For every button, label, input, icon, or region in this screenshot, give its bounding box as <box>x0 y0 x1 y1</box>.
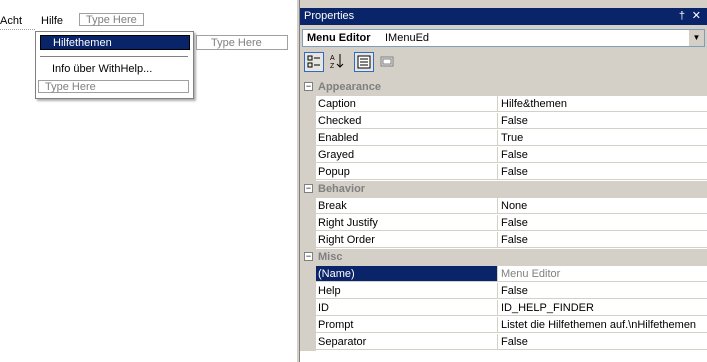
row-gutter <box>300 198 316 215</box>
property-row[interactable]: Separator False <box>300 334 707 351</box>
row-gutter <box>300 266 316 283</box>
object-class: IMenuEd <box>385 32 430 44</box>
property-value[interactable]: ID_HELP_FINDER <box>498 300 707 316</box>
property-value[interactable]: False <box>498 164 707 180</box>
properties-title: Properties <box>304 10 355 22</box>
property-row[interactable]: Help False <box>300 283 707 300</box>
alphabetical-icon[interactable]: A Z <box>327 52 347 72</box>
property-pages-icon[interactable] <box>377 52 397 72</box>
object-name: Menu Editor <box>307 32 371 44</box>
property-value[interactable]: False <box>498 147 707 163</box>
submenu-item-info[interactable]: Info über WithHelp... <box>52 62 152 76</box>
row-gutter <box>300 317 316 334</box>
properties-window: Properties † ✕ Menu Editor IMenuEd ▼ A Z <box>300 0 707 362</box>
collapse-icon[interactable]: − <box>304 184 313 193</box>
property-value[interactable]: Hilfe&themen <box>498 96 707 112</box>
menu-designer: Acht Hilfe Type Here Hilfethemen Info üb… <box>0 0 296 362</box>
property-row[interactable]: Checked False <box>300 113 707 130</box>
submenu-type-here-side[interactable]: Type Here <box>196 35 288 50</box>
property-row[interactable]: Popup False <box>300 164 707 181</box>
collapse-icon[interactable]: − <box>304 252 313 261</box>
property-name[interactable]: Right Order <box>316 232 498 248</box>
property-row[interactable]: (Name) Menu Editor <box>300 266 707 283</box>
svg-text:A: A <box>330 55 335 62</box>
property-row[interactable]: Right Justify False <box>300 215 707 232</box>
properties-icon[interactable] <box>354 52 374 72</box>
category-appearance[interactable]: − Appearance <box>300 79 707 96</box>
close-icon[interactable]: ✕ <box>692 8 701 25</box>
menubar-item-hilfe[interactable]: Hilfe <box>41 14 63 28</box>
category-label: Behavior <box>318 183 366 195</box>
properties-titlebar: Properties † ✕ <box>300 8 707 25</box>
row-gutter <box>300 215 316 232</box>
category-misc[interactable]: − Misc <box>300 249 707 266</box>
property-value[interactable]: Listet die Hilfethemen auf.\nHilfethemen <box>498 317 707 333</box>
row-gutter <box>300 283 316 300</box>
property-value[interactable]: False <box>498 215 707 231</box>
property-name[interactable]: Break <box>316 198 498 214</box>
property-name[interactable]: Grayed <box>316 147 498 163</box>
property-value[interactable]: True <box>498 130 707 146</box>
object-selector[interactable]: Menu Editor IMenuEd ▼ <box>302 29 705 47</box>
property-name[interactable]: Checked <box>316 113 498 129</box>
row-gutter <box>300 147 316 164</box>
row-gutter <box>300 96 316 113</box>
chevron-down-icon[interactable]: ▼ <box>688 30 704 46</box>
row-gutter <box>300 113 316 130</box>
property-value[interactable]: False <box>498 283 707 299</box>
row-gutter <box>300 334 316 351</box>
property-value[interactable]: False <box>498 334 707 350</box>
categorized-icon[interactable] <box>304 52 324 72</box>
property-name[interactable]: Caption <box>316 96 498 112</box>
property-name[interactable]: Help <box>316 283 498 299</box>
property-value[interactable]: False <box>498 232 707 248</box>
property-name[interactable]: Right Justify <box>316 215 498 231</box>
category-behavior[interactable]: − Behavior <box>300 181 707 198</box>
submenu-type-here-bottom[interactable]: Type Here <box>38 80 189 93</box>
menubar-divider <box>0 29 35 31</box>
menubar-item-acht[interactable]: Acht <box>0 14 22 28</box>
svg-text:Z: Z <box>330 63 335 69</box>
menubar-type-here[interactable]: Type Here <box>79 13 144 26</box>
property-name[interactable]: Separator <box>316 334 498 350</box>
property-row[interactable]: Right Order False <box>300 232 707 249</box>
submenu-separator[interactable] <box>40 56 188 58</box>
property-row[interactable]: Grayed False <box>300 147 707 164</box>
submenu-item-hilfethemen[interactable]: Hilfethemen <box>40 35 190 50</box>
property-row[interactable]: ID ID_HELP_FINDER <box>300 300 707 317</box>
property-row[interactable]: Enabled True <box>300 130 707 147</box>
property-grid: − Appearance Caption Hilfe&themen Checked Fal… <box>300 79 707 362</box>
hilfe-submenu: Hilfethemen Info über WithHelp... Type H… <box>35 31 194 99</box>
property-row[interactable]: Caption Hilfe&themen <box>300 96 707 113</box>
category-label: Misc <box>318 251 343 263</box>
property-value[interactable]: False <box>498 113 707 129</box>
property-name[interactable]: (Name) <box>316 266 498 282</box>
property-row[interactable]: Prompt Listet die Hilfethemen auf.\nHilfe… <box>300 317 707 334</box>
property-name[interactable]: ID <box>316 300 498 316</box>
row-gutter <box>300 232 316 249</box>
property-value[interactable]: None <box>498 198 707 214</box>
row-gutter <box>300 130 316 147</box>
collapse-icon[interactable]: − <box>304 82 313 91</box>
property-name[interactable]: Prompt <box>316 317 498 333</box>
property-name[interactable]: Enabled <box>316 130 498 146</box>
row-gutter <box>300 164 316 181</box>
property-row[interactable]: Break None <box>300 198 707 215</box>
properties-toolbar: A Z <box>302 50 705 74</box>
pin-icon[interactable]: † <box>679 8 685 25</box>
property-value[interactable]: Menu Editor <box>498 266 707 282</box>
property-name[interactable]: Popup <box>316 164 498 180</box>
row-gutter <box>300 300 316 317</box>
category-label: Appearance <box>318 81 381 93</box>
